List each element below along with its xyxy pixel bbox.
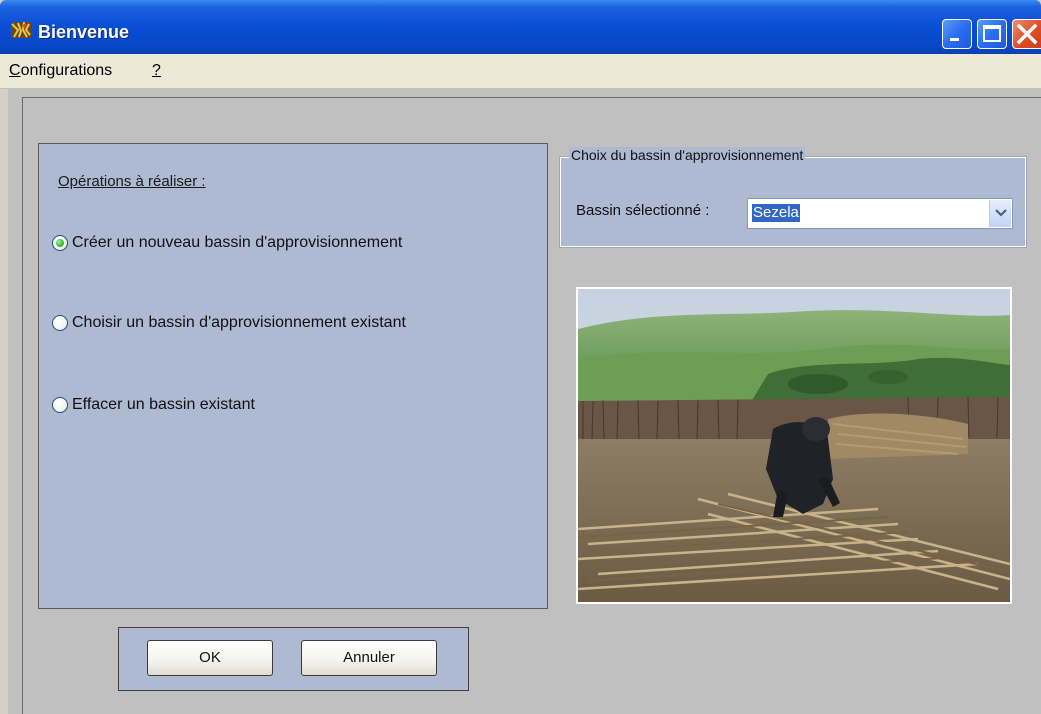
radio-label: Créer un nouveau bassin d'approvisionnem… <box>72 234 403 251</box>
sugarcane-harvest-photo <box>576 287 1012 604</box>
radio-button-checked[interactable] <box>52 235 68 251</box>
radio-choose-basin[interactable]: Choisir un bassin d'approvisionnement ex… <box>52 314 406 332</box>
dropdown-button[interactable] <box>989 200 1011 227</box>
radio-label: Choisir un bassin d'approvisionnement ex… <box>72 314 406 331</box>
window-title: Bienvenue <box>38 22 130 42</box>
main-window: Bienvenue Configurations ? Opérations à … <box>0 0 1041 714</box>
basin-select[interactable]: Sezela <box>747 198 1013 229</box>
radio-delete-basin[interactable]: Effacer un bassin existant <box>52 396 255 414</box>
maximize-icon <box>983 25 1001 42</box>
radio-create-basin[interactable]: Créer un nouveau bassin d'approvisionnem… <box>52 234 402 252</box>
operations-title: Opérations à réaliser : <box>58 173 206 190</box>
menu-help[interactable]: ? <box>148 62 165 80</box>
radio-button[interactable] <box>52 397 68 413</box>
menu-configurations[interactable]: Configurations <box>5 62 116 80</box>
radio-button[interactable] <box>52 315 68 331</box>
group-legend: Choix du bassin d'approvisionnement <box>569 147 806 163</box>
minimize-icon <box>950 38 959 41</box>
buttons-panel: OK Annuler <box>118 627 469 691</box>
cancel-button[interactable]: Annuler <box>301 640 437 676</box>
menu-bar: Configurations ? <box>0 54 1041 89</box>
close-icon <box>1016 23 1038 45</box>
app-icon <box>11 21 31 38</box>
ok-button[interactable]: OK <box>147 640 273 676</box>
radio-label: Effacer un bassin existant <box>72 396 255 413</box>
menu-mnemonic: ? <box>152 62 161 79</box>
basin-select-value: Sezela <box>752 204 800 222</box>
operations-panel: Opérations à réaliser : Créer un nouveau… <box>38 143 548 609</box>
maximize-button[interactable] <box>977 19 1007 49</box>
client-area: Opérations à réaliser : Créer un nouveau… <box>8 89 1041 714</box>
photo-illustration <box>578 289 1010 602</box>
title-bar[interactable]: Bienvenue <box>0 0 1041 54</box>
minimize-button[interactable] <box>942 19 972 49</box>
menu-mnemonic: C <box>9 62 21 79</box>
close-button[interactable] <box>1012 19 1041 49</box>
basin-label: Bassin sélectionné : <box>576 202 710 219</box>
basin-choice-group: Choix du bassin d'approvisionnement Bass… <box>559 147 1027 248</box>
menu-label: onfigurations <box>20 62 113 79</box>
chevron-down-icon <box>995 209 1007 217</box>
